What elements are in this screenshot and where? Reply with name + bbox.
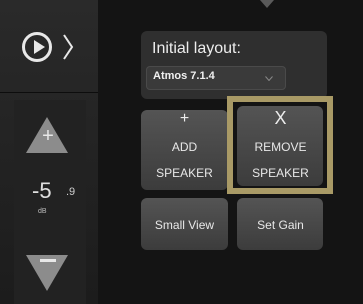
chevron-right-icon[interactable] [62, 34, 74, 60]
add-speaker-line1: ADD [171, 140, 198, 154]
play-row [0, 20, 98, 93]
initial-layout-label: Initial layout: [152, 40, 241, 57]
set-gain-label: Set Gain [257, 218, 304, 232]
chevron-down-icon [265, 76, 273, 81]
volume-unit: dB [38, 208, 47, 215]
plus-icon: + [42, 125, 54, 147]
layout-select-value: Atmos 7.1.4 [153, 70, 215, 82]
remove-speaker-line2: SPEAKER [252, 166, 309, 180]
play-icon[interactable] [22, 32, 52, 62]
add-symbol: + [179, 110, 190, 127]
volume-decimal: .9 [66, 186, 76, 198]
volume-value: -5 [32, 178, 52, 203]
remove-speaker-line1: REMOVE [254, 140, 307, 154]
top-pointer-marker [260, 0, 274, 8]
remove-symbol: X [274, 108, 287, 128]
minus-icon [40, 259, 56, 262]
add-speaker-line2: SPEAKER [156, 166, 213, 180]
small-view-label: Small View [154, 218, 215, 232]
